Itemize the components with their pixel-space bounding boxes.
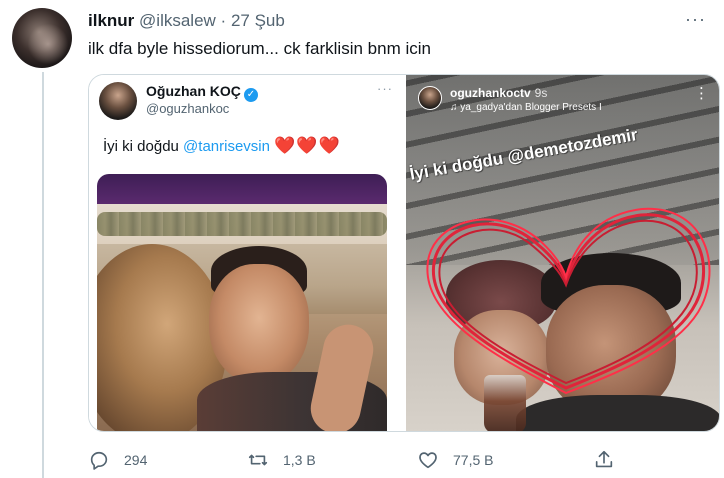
embedded-text-prefix: İyi ki doğdu (103, 138, 184, 155)
like-button[interactable]: 77,5 B (417, 445, 493, 475)
embedded-name-text: Oğuzhan KOÇ (146, 83, 241, 99)
header-separator: · (220, 11, 227, 30)
thread-line (42, 72, 44, 478)
embedded-photo (97, 204, 387, 431)
story-avatar (418, 86, 442, 110)
tweet-date[interactable]: 27 Şub (231, 11, 285, 30)
share-icon (595, 450, 613, 468)
reply-icon (90, 451, 108, 470)
tweet-header: ilknur @ilksalew · 27 Şub (88, 11, 285, 31)
more-icon[interactable]: ··· (685, 9, 706, 30)
embedded-author-handle: @oguzhankoc (146, 101, 230, 116)
heart-drawing (426, 207, 711, 395)
heart-emojis: ❤️❤️❤️ (274, 136, 341, 155)
reply-count: 294 (124, 452, 148, 468)
embedded-author-name: Oğuzhan KOÇ ✓ (146, 83, 258, 102)
like-count: 77,5 B (453, 452, 494, 468)
like-icon (419, 452, 437, 469)
story-time: 9s (534, 86, 548, 100)
media-grid: Oğuzhan KOÇ ✓ @oguzhankoc ··· İyi ki doğd… (88, 74, 720, 432)
action-bar: 294 1,3 B 77,5 B (88, 445, 720, 475)
avatar-hair (12, 8, 72, 68)
embedded-more-icon: ··· (377, 81, 393, 96)
author-name[interactable]: ilknur (88, 11, 134, 30)
embedded-avatar (99, 82, 137, 120)
retweet-icon (248, 454, 268, 466)
verified-icon: ✓ (243, 88, 258, 102)
author-handle[interactable]: @ilksalew (139, 11, 216, 30)
tweet-text: ilk dfa byle hissediorum... ck farklisin… (88, 39, 431, 58)
story-music: ♫ ya_gadya'dan Blogger Presets I (450, 102, 602, 113)
story-more-icon: ⋮ (694, 85, 709, 102)
story-username: oguzhankoctv (450, 86, 531, 100)
story-username-row: oguzhankoctv 9s (450, 86, 547, 100)
retweet-count: 1,3 B (283, 452, 316, 468)
share-button[interactable] (593, 445, 615, 475)
retweet-button[interactable]: 1,3 B (247, 445, 316, 475)
media-image-left[interactable]: Oğuzhan KOÇ ✓ @oguzhankoc ··· İyi ki doğd… (89, 75, 403, 431)
photo-trees (97, 212, 387, 236)
embedded-photo-top (97, 174, 387, 204)
embedded-tweet-text: İyi ki doğdu @tanrisevsin ❤️❤️❤️ (103, 136, 341, 156)
photo-man-face (209, 264, 309, 384)
avatar[interactable] (12, 8, 72, 68)
embedded-mention: @tanrisevsin (183, 138, 270, 155)
reply-button[interactable]: 294 (88, 445, 147, 475)
media-image-right[interactable]: oguzhankoctv 9s ♫ ya_gadya'dan Blogger Pr… (406, 75, 719, 431)
